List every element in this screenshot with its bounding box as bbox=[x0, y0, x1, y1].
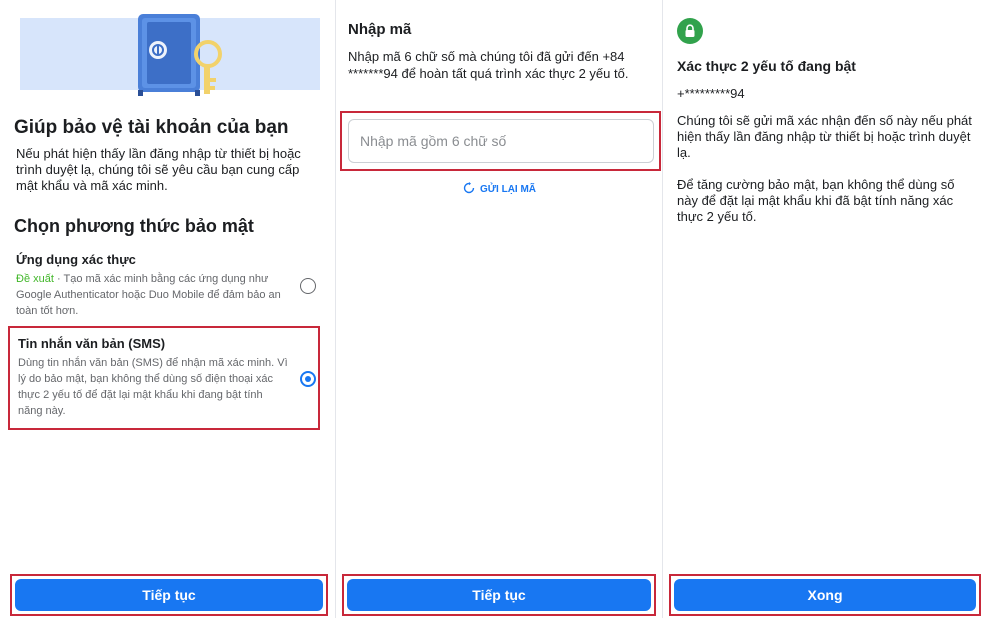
option-sms[interactable]: Tin nhắn văn bản (SMS) Dùng tin nhắn văn… bbox=[8, 326, 320, 430]
option-description: Đề xuất · Tạo mã xác minh bằng các ứng d… bbox=[16, 271, 288, 319]
refresh-icon bbox=[463, 182, 475, 197]
phone-number: +*********94 bbox=[677, 86, 745, 101]
safe-with-key-icon bbox=[118, 2, 238, 102]
continue-button[interactable]: Tiếp tục bbox=[347, 579, 651, 611]
done-button[interactable]: Xong bbox=[674, 579, 976, 611]
radio-unchecked-icon[interactable] bbox=[300, 278, 316, 294]
resend-code-link[interactable]: GỬI LẠI MÃ bbox=[336, 182, 663, 197]
option-title: Tin nhắn văn bản (SMS) bbox=[18, 336, 166, 351]
page-description: Nhập mã 6 chữ số mà chúng tôi đã gửi đến… bbox=[348, 49, 629, 81]
option-authenticator-app[interactable]: Ứng dụng xác thực Đề xuất · Tạo mã xác m… bbox=[16, 252, 288, 319]
page-title: Nhập mã bbox=[348, 21, 412, 38]
option-title: Ứng dụng xác thực bbox=[16, 252, 136, 267]
option-description: Dùng tin nhắn văn bản (SMS) để nhận mã x… bbox=[18, 357, 288, 417]
continue-button[interactable]: Tiếp tục bbox=[15, 579, 323, 611]
continue-button-frame: Tiếp tục bbox=[10, 574, 328, 616]
continue-button-frame: Tiếp tục bbox=[342, 574, 656, 616]
security-note: Để tăng cường bảo mật, bạn không thể dùn… bbox=[677, 177, 955, 224]
page-description: Chúng tôi sẽ gửi mã xác nhận đến số này … bbox=[677, 113, 972, 160]
page-title: Giúp bảo vệ tài khoản của bạn bbox=[14, 117, 289, 138]
two-factor-enabled-panel: Xác thực 2 yếu tố đang bật +*********94 … bbox=[662, 0, 1000, 618]
option-description-text: · Tạo mã xác minh bằng các ứng dụng như … bbox=[16, 273, 281, 317]
recommended-tag: Đề xuất bbox=[16, 273, 54, 285]
page-title: Xác thực 2 yếu tố đang bật bbox=[677, 58, 856, 74]
lock-icon bbox=[677, 18, 703, 44]
section-title: Chọn phương thức bảo mật bbox=[14, 216, 254, 236]
done-button-frame: Xong bbox=[669, 574, 981, 616]
resend-label: GỬI LẠI MÃ bbox=[479, 184, 537, 195]
page-description: Nếu phát hiện thấy lần đăng nhập từ thiế… bbox=[16, 146, 301, 193]
radio-checked-icon[interactable] bbox=[300, 371, 316, 387]
enter-code-panel: Nhập mã Nhập mã 6 chữ số mà chúng tôi đã… bbox=[335, 0, 663, 618]
code-input[interactable] bbox=[348, 119, 654, 163]
code-input-frame bbox=[340, 111, 661, 171]
choose-method-panel: Giúp bảo vệ tài khoản của bạn Nếu phát h… bbox=[0, 0, 335, 618]
